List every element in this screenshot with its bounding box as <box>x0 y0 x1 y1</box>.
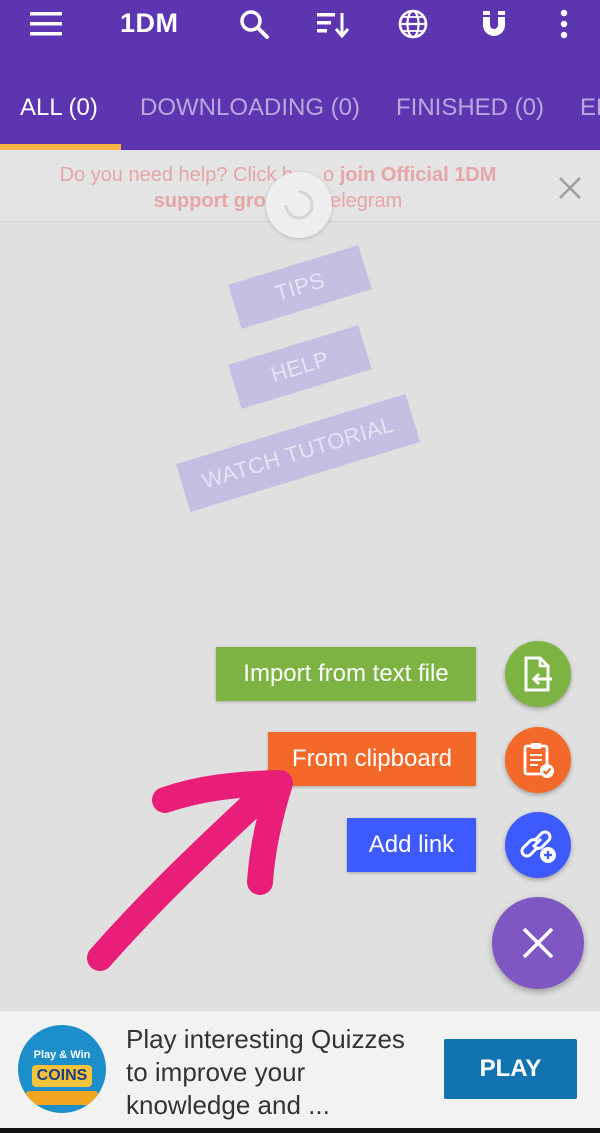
add-link-button[interactable]: Add link <box>347 818 476 872</box>
from-clipboard-button[interactable]: From clipboard <box>268 732 476 786</box>
menu-icon[interactable] <box>28 6 64 42</box>
help-button[interactable]: HELP <box>228 325 372 409</box>
link-add-icon <box>520 830 556 863</box>
tab-finished[interactable]: FINISHED (0) <box>396 94 544 122</box>
import-file-fab[interactable] <box>505 641 571 707</box>
tab-downloading[interactable]: DOWNLOADING (0) <box>140 94 360 122</box>
ad-play-button[interactable]: PLAY <box>444 1039 577 1099</box>
loading-spinner <box>266 172 332 238</box>
import-from-text-file-button[interactable]: Import from text file <box>216 647 476 701</box>
more-vert-icon[interactable] <box>552 6 576 42</box>
bottom-edge <box>0 1128 600 1133</box>
banner-text-normal: Do you need help? Click h <box>59 164 294 186</box>
toolbar: 1DM <box>0 0 600 50</box>
banner-text-bold: join Official 1DM <box>339 164 497 186</box>
app-title: 1DM <box>120 8 179 38</box>
coins-graphic <box>26 1091 98 1105</box>
close-fab-button[interactable] <box>492 897 584 989</box>
ad-logo: Play & Win COINS <box>18 1025 106 1113</box>
file-import-icon <box>524 656 552 692</box>
watch-tutorial-button[interactable]: WATCH TUTORIAL <box>175 394 421 512</box>
ad-banner[interactable]: Play & Win COINS Play interesting Quizze… <box>0 1010 600 1133</box>
tab-all[interactable]: ALL (0) <box>20 94 98 122</box>
tab-bar: ALL (0) DOWNLOADING (0) FINISHED (0) ER <box>0 80 600 150</box>
close-icon[interactable] <box>552 170 588 206</box>
browser-globe-icon[interactable] <box>395 6 431 42</box>
add-link-fab[interactable] <box>505 812 571 878</box>
ad-logo-tagline: Play & Win <box>33 1049 91 1061</box>
app-bar: 1DM ALL (0) DOWNLOADING (0) FINISHED (0)… <box>0 0 600 150</box>
download-list-area: Do you need help? Click ho join Official… <box>0 150 600 1010</box>
ad-text: Play interesting Quizzes to improve your… <box>126 1024 405 1120</box>
ad-logo-coins: COINS <box>32 1065 92 1087</box>
clipboard-icon <box>523 743 554 778</box>
banner-text-bold-2: support grou <box>153 190 279 212</box>
close-fab-icon <box>522 927 554 959</box>
search-icon[interactable] <box>236 6 272 42</box>
clipboard-fab[interactable] <box>505 727 571 793</box>
tab-error[interactable]: ER <box>580 94 600 122</box>
tips-button[interactable]: TIPS <box>228 245 372 329</box>
banner-text-normal-2: elegram <box>330 190 403 212</box>
sort-icon[interactable] <box>314 6 352 42</box>
magnet-icon[interactable] <box>476 6 512 42</box>
